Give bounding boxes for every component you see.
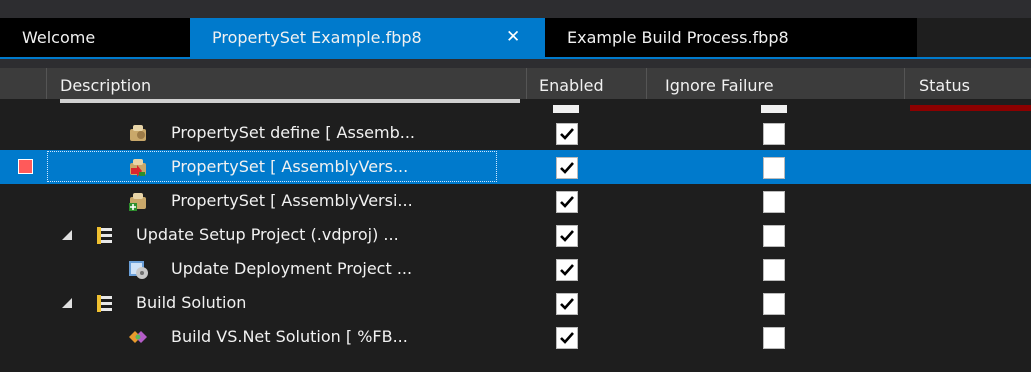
checkmark-icon bbox=[560, 162, 574, 174]
property-set-plus-icon bbox=[129, 193, 146, 211]
action-label: PropertySet [ AssemblyVers... bbox=[171, 157, 409, 176]
checkmark-icon bbox=[560, 298, 574, 310]
ignore-failure-checkbox[interactable] bbox=[763, 225, 785, 247]
ignore-failure-checkbox[interactable] bbox=[763, 327, 785, 349]
enabled-checkbox[interactable] bbox=[556, 225, 578, 247]
checkmark-icon bbox=[560, 230, 574, 242]
action-row[interactable]: Build VS.Net Solution [ %FB... bbox=[0, 320, 1031, 354]
checkmark-icon bbox=[560, 196, 574, 208]
checkmark-icon bbox=[560, 332, 574, 344]
clipped-checkbox bbox=[761, 105, 787, 113]
action-row[interactable]: PropertySet define [ Assemb... bbox=[0, 116, 1031, 150]
action-label: Build VS.Net Solution [ %FB... bbox=[171, 327, 408, 346]
group-icon bbox=[97, 295, 112, 312]
action-label: Update Deployment Project ... bbox=[171, 259, 413, 278]
enabled-checkbox[interactable] bbox=[556, 157, 578, 179]
enabled-checkbox[interactable] bbox=[556, 327, 578, 349]
enabled-checkbox[interactable] bbox=[556, 123, 578, 145]
ignore-failure-checkbox[interactable] bbox=[763, 293, 785, 315]
close-tab-icon[interactable]: ✕ bbox=[506, 18, 520, 57]
tab-label: Welcome bbox=[22, 28, 96, 47]
active-tab-underline bbox=[0, 57, 1031, 59]
tab-example-build-process[interactable]: Example Build Process.fbp8 bbox=[545, 18, 917, 57]
group-label: Build Solution bbox=[136, 293, 247, 312]
partially-scrolled-row bbox=[0, 99, 1031, 116]
tab-propertyset-example[interactable]: PropertySet Example.fbp8 ✕ bbox=[190, 18, 545, 57]
tab-label: PropertySet Example.fbp8 bbox=[212, 28, 422, 47]
ignore-failure-checkbox[interactable] bbox=[763, 259, 785, 281]
property-set-editor-window: Welcome PropertySet Example.fbp8 ✕ Examp… bbox=[0, 0, 1031, 372]
action-group-row[interactable]: Update Setup Project (.vdproj) ... bbox=[0, 218, 1031, 252]
action-label: PropertySet [ AssemblyVersi... bbox=[171, 191, 413, 210]
ignore-failure-checkbox[interactable] bbox=[763, 123, 785, 145]
enabled-checkbox[interactable] bbox=[556, 259, 578, 281]
ignore-failure-checkbox[interactable] bbox=[763, 191, 785, 213]
vs-solution-icon bbox=[129, 331, 147, 343]
property-set-icon bbox=[130, 125, 146, 141]
clipped-row-text bbox=[60, 99, 520, 103]
group-icon bbox=[97, 227, 112, 244]
document-tab-bar: Welcome PropertySet Example.fbp8 ✕ Examp… bbox=[0, 0, 1031, 68]
breakpoint-icon[interactable] bbox=[18, 159, 33, 174]
collapse-arrow-icon[interactable] bbox=[62, 230, 72, 240]
deployment-project-icon bbox=[129, 261, 148, 279]
action-row[interactable]: Update Deployment Project ... bbox=[0, 252, 1031, 286]
clipped-checkbox bbox=[553, 105, 579, 113]
checkmark-icon bbox=[560, 264, 574, 276]
action-row[interactable]: PropertySet [ AssemblyVersi... bbox=[0, 184, 1031, 218]
property-set-arrow-icon bbox=[130, 159, 146, 177]
action-group-row[interactable]: Build Solution bbox=[0, 286, 1031, 320]
enabled-checkbox[interactable] bbox=[556, 293, 578, 315]
status-bar-fragment bbox=[910, 105, 1031, 111]
enabled-checkbox[interactable] bbox=[556, 191, 578, 213]
tab-welcome[interactable]: Welcome bbox=[0, 18, 190, 57]
tab-strip-empty-area bbox=[917, 18, 1031, 57]
ignore-failure-checkbox[interactable] bbox=[763, 157, 785, 179]
group-label: Update Setup Project (.vdproj) ... bbox=[136, 225, 399, 244]
collapse-arrow-icon[interactable] bbox=[62, 298, 72, 308]
action-row-selected[interactable]: PropertySet [ AssemblyVers... bbox=[0, 150, 1031, 184]
checkmark-icon bbox=[560, 128, 574, 140]
tab-label: Example Build Process.fbp8 bbox=[567, 28, 789, 47]
action-label: PropertySet define [ Assemb... bbox=[171, 123, 415, 142]
